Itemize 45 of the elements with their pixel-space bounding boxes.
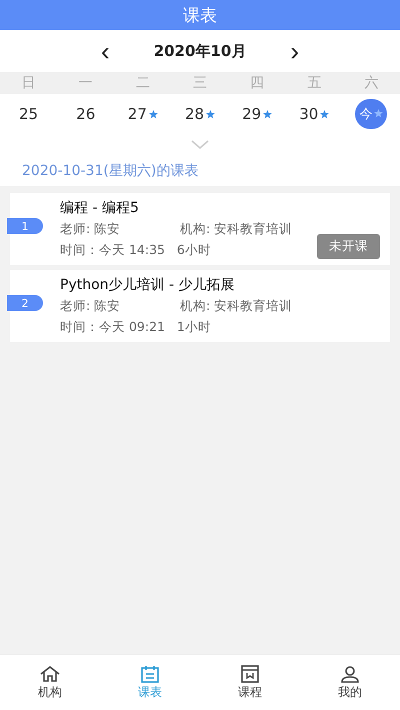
lesson-card[interactable]: 2 Python少儿培训 - 少儿拓展 老师: 陈安 机构: 安科教育培训 时间：今天 09:21 1小时: [10, 270, 390, 342]
tab-item[interactable]: 机构: [0, 655, 100, 710]
calendar-day[interactable]: 30: [299, 99, 330, 129]
weekday-label: 日: [20, 74, 37, 92]
weekday-label: 五: [306, 74, 322, 92]
next-month-button[interactable]: ›: [286, 38, 303, 64]
weekday-label: 一: [78, 74, 94, 92]
star-icon: [320, 110, 330, 119]
weekday-label: 六: [363, 74, 380, 92]
status-button[interactable]: 未开课: [317, 234, 380, 259]
user-icon: [339, 664, 361, 682]
calendar-day[interactable]: 今: [355, 99, 388, 129]
lesson-number-tag: 1: [7, 218, 43, 234]
book-icon: [239, 664, 261, 682]
schedule-title: 2020-10-31(星期六)的课表: [22, 162, 198, 180]
tab-item[interactable]: 我的: [300, 655, 400, 710]
page-title: 课表: [183, 4, 217, 26]
weekday-label: 四: [249, 74, 266, 92]
month-label: 2020年10月: [154, 42, 246, 60]
lesson-title: 编程 - 编程5: [60, 199, 140, 217]
previous-month-button[interactable]: ‹: [97, 38, 114, 64]
lesson-card[interactable]: 1 编程 - 编程5 老师: 陈安 机构: 安科教育培训 时间：今天 14:35 6小时 未开课: [10, 193, 390, 265]
calendar-day[interactable]: 29: [242, 99, 272, 129]
lesson-title: Python少儿培训 - 少儿拓展: [60, 276, 236, 294]
weekday-label: 三: [192, 74, 208, 92]
calendar-day[interactable]: 28: [184, 99, 216, 129]
calendar-icon: [139, 664, 161, 682]
organization-text: 机构: 安科教育培训: [180, 298, 292, 315]
star-icon: [374, 109, 384, 118]
star-icon: [263, 110, 272, 119]
tab-item[interactable]: 课程: [200, 655, 300, 710]
lesson-number-tag: 2: [7, 295, 43, 311]
calendar-day[interactable]: 27: [128, 99, 158, 129]
weekday-label: 二: [134, 74, 151, 92]
calendar-day[interactable]: 26: [76, 99, 96, 129]
teacher-text: 老师: 陈安: [60, 221, 122, 238]
time-text: 时间：今天 09:21 1小时: [60, 319, 211, 336]
calendar-day[interactable]: 25: [19, 99, 38, 129]
star-icon: [206, 110, 216, 119]
teacher-text: 老师: 陈安: [60, 298, 122, 315]
star-icon: [148, 110, 158, 119]
expand-chevron-icon[interactable]: [191, 140, 209, 150]
home-icon: [39, 664, 61, 682]
time-text: 时间：今天 14:35 6小时: [60, 242, 211, 259]
organization-text: 机构: 安科教育培训: [180, 221, 292, 238]
